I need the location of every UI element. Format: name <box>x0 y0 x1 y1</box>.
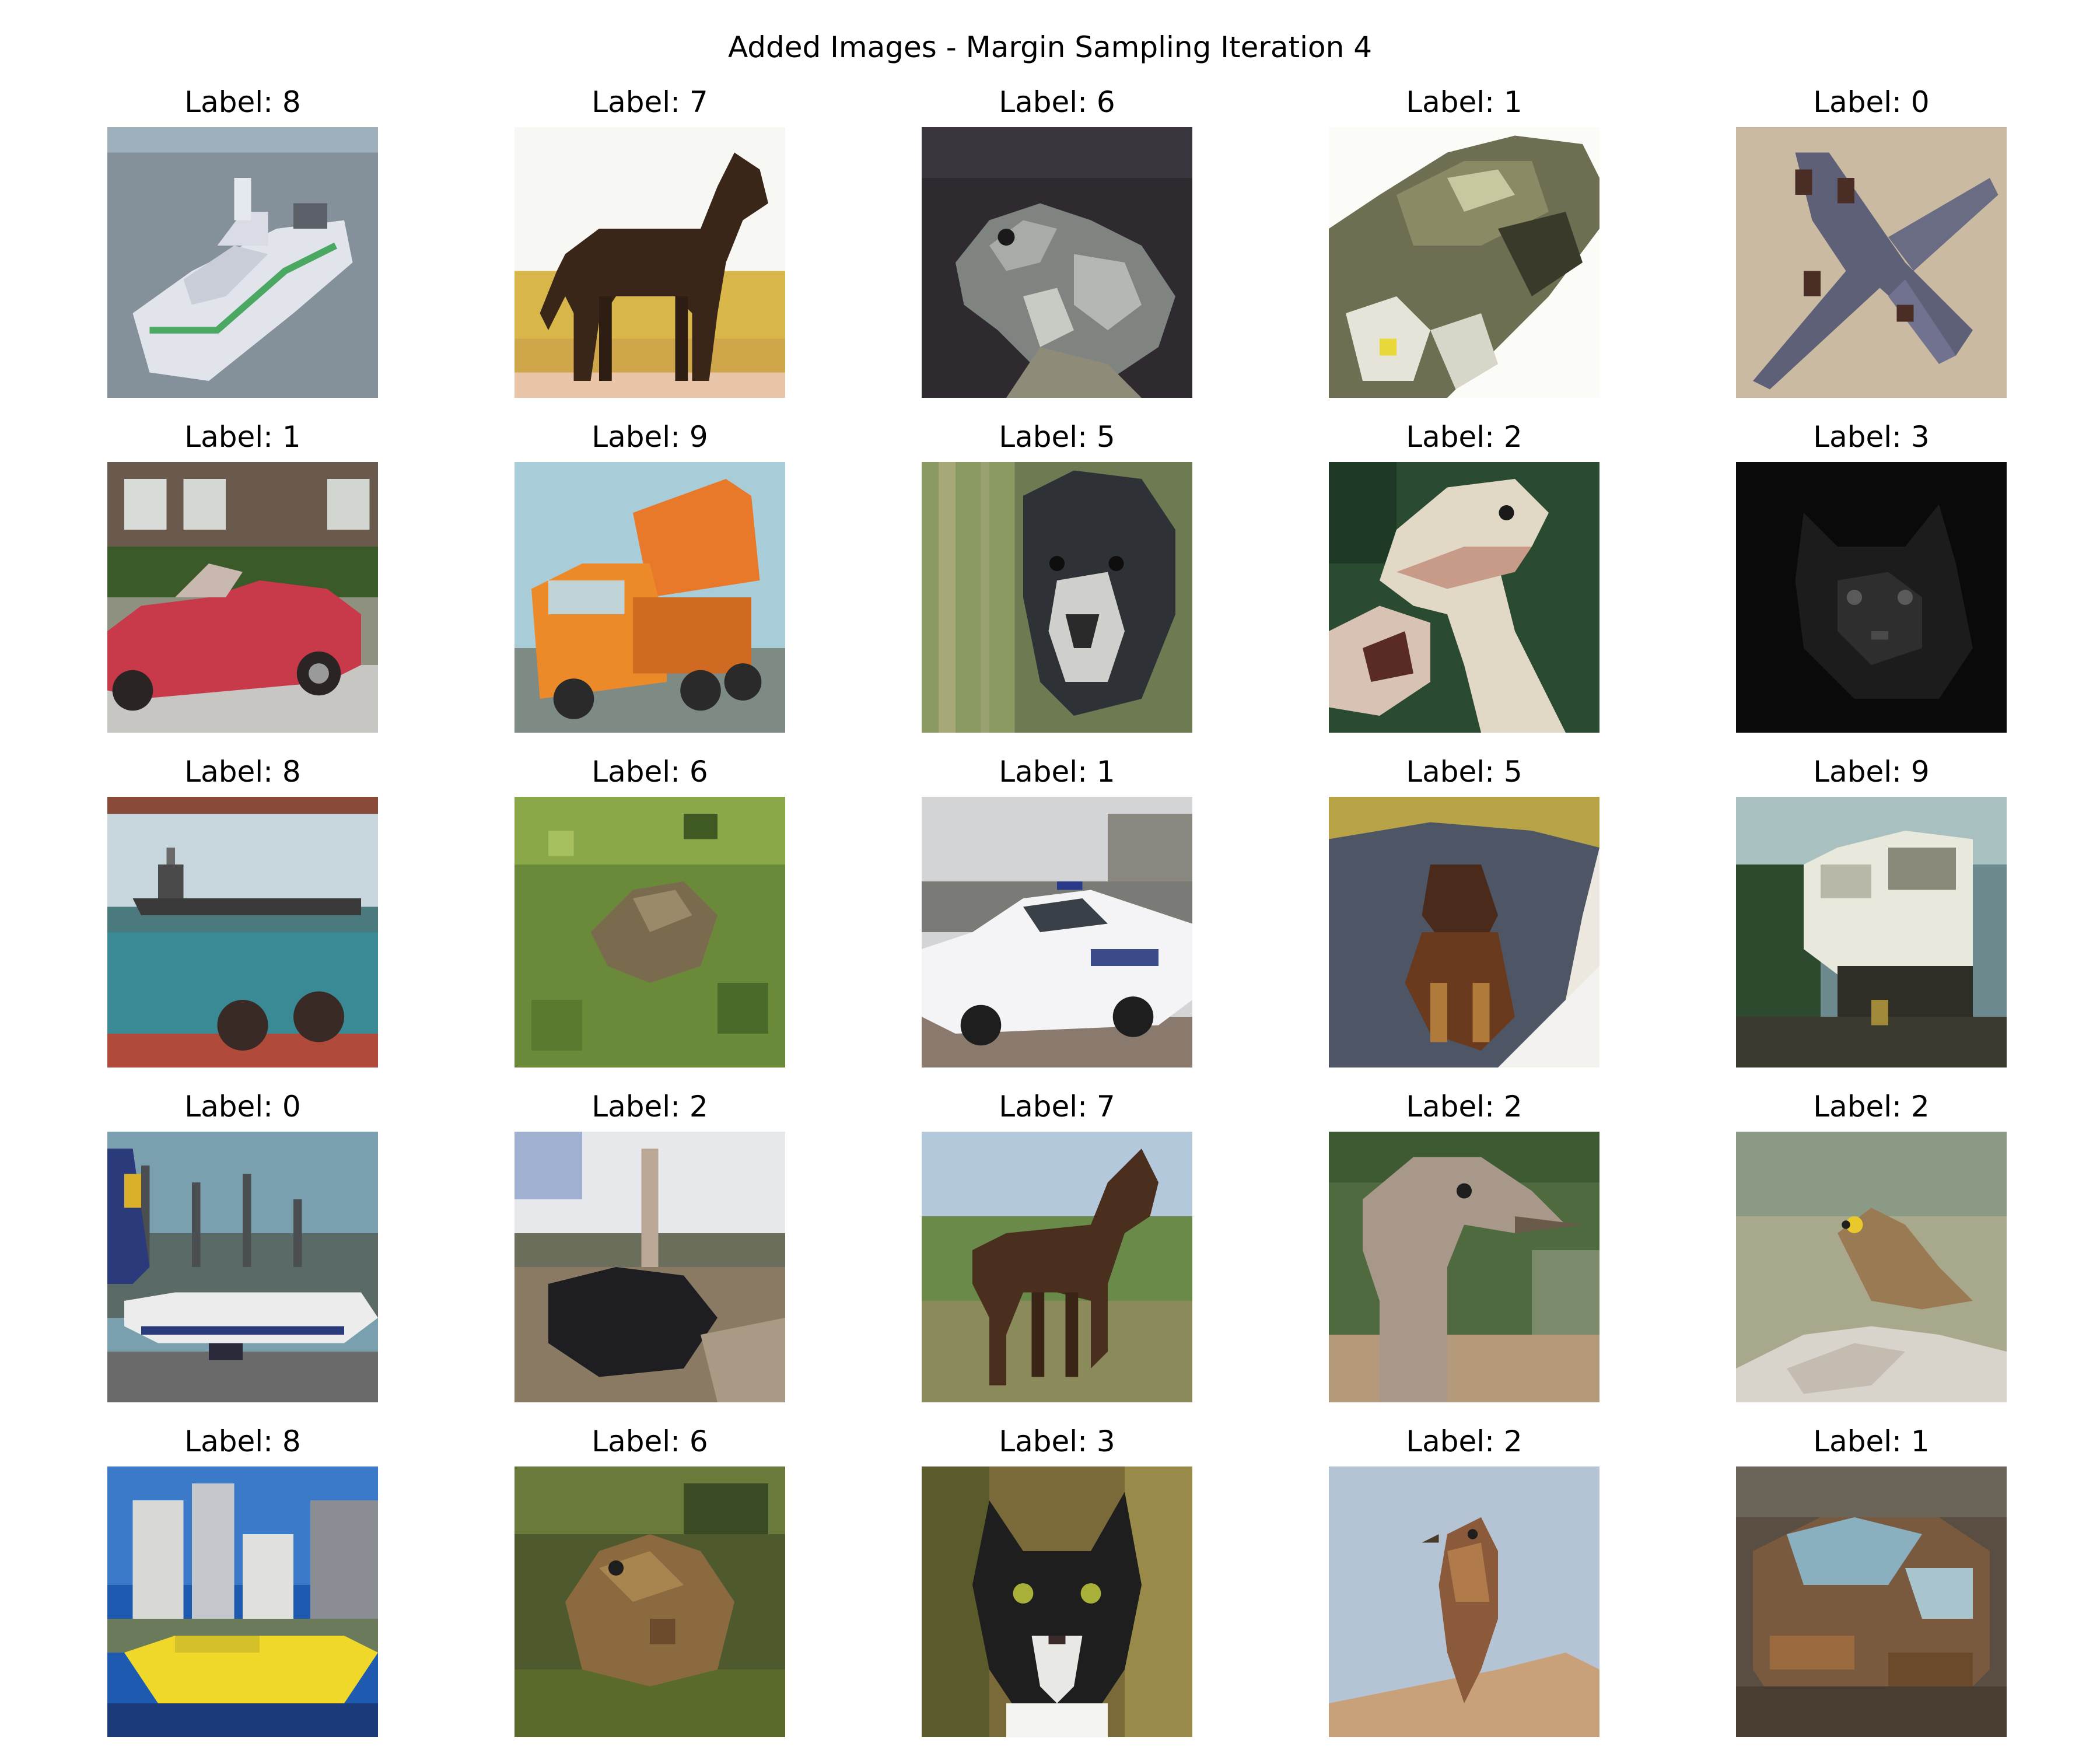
grid-cell: Label: 1 <box>107 418 378 733</box>
image-label: Label: 8 <box>184 85 301 119</box>
image-label: Label: 7 <box>592 85 708 119</box>
image-label: Label: 6 <box>999 85 1115 119</box>
image-label: Label: 2 <box>1406 420 1522 454</box>
sample-image-brown-frog <box>514 1466 785 1737</box>
sample-image-white-truck <box>1736 797 2007 1068</box>
grid-cell: Label: 2 <box>1329 1087 1600 1402</box>
image-label: Label: 3 <box>1813 420 1930 454</box>
image-label: Label: 6 <box>592 1424 708 1458</box>
grid-cell: Label: 8 <box>107 1422 378 1737</box>
sample-image-red-car <box>107 462 378 733</box>
sample-image-police-car <box>922 797 1192 1068</box>
sample-image-horse <box>514 127 785 398</box>
sample-image-dog <box>922 462 1192 733</box>
grid-cell: Label: 7 <box>922 1087 1192 1402</box>
grid-cell: Label: 2 <box>1736 1087 2007 1402</box>
grid-cell: Label: 8 <box>107 83 378 398</box>
grid-cell: Label: 7 <box>514 83 785 398</box>
sample-image-ostrich <box>514 1132 785 1402</box>
sample-image-frog <box>922 127 1192 398</box>
sample-image-airliner <box>107 1132 378 1402</box>
image-label: Label: 5 <box>999 420 1115 454</box>
grid-cell: Label: 0 <box>107 1087 378 1402</box>
sample-image-dark-cat <box>1736 462 2007 733</box>
sample-image-bird-rock <box>1736 1132 2007 1402</box>
image-label: Label: 2 <box>1406 1090 1522 1124</box>
image-grid: Label: 8 Label: 7 Label: 6 Label: 1 Labe… <box>0 0 2100 1750</box>
image-label: Label: 3 <box>999 1424 1115 1458</box>
image-label: Label: 1 <box>999 755 1115 789</box>
sample-image-yellow-boat <box>107 1466 378 1737</box>
grid-cell: Label: 5 <box>922 418 1192 733</box>
grid-cell: Label: 1 <box>922 752 1192 1068</box>
grid-cell: Label: 3 <box>1736 418 2007 733</box>
image-label: Label: 9 <box>592 420 708 454</box>
grid-cell: Label: 2 <box>1329 1422 1600 1737</box>
sample-image-dump-truck <box>514 462 785 733</box>
grid-cell: Label: 9 <box>514 418 785 733</box>
sample-image-rusty-car <box>1736 1466 2007 1737</box>
image-label: Label: 0 <box>1813 85 1930 119</box>
sample-image-ostrich-closeup <box>1329 1132 1600 1402</box>
sample-image-small-dog <box>1329 797 1600 1068</box>
grid-cell: Label: 9 <box>1736 752 2007 1068</box>
sample-image-perched-bird <box>1329 1466 1600 1737</box>
sample-image-boat <box>107 127 378 398</box>
image-label: Label: 6 <box>592 755 708 789</box>
sample-image-ostrich-head <box>1329 462 1600 733</box>
image-label: Label: 7 <box>999 1090 1115 1124</box>
image-label: Label: 8 <box>184 1424 301 1458</box>
grid-cell: Label: 0 <box>1736 83 2007 398</box>
sample-image-airplane-topdown <box>1736 127 2007 398</box>
image-label: Label: 8 <box>184 755 301 789</box>
image-label: Label: 5 <box>1406 755 1522 789</box>
grid-cell: Label: 6 <box>922 83 1192 398</box>
grid-cell: Label: 5 <box>1329 752 1600 1068</box>
image-label: Label: 2 <box>1813 1090 1930 1124</box>
grid-cell: Label: 8 <box>107 752 378 1068</box>
sample-image-brown-horse <box>922 1132 1192 1402</box>
image-label: Label: 1 <box>1813 1424 1930 1458</box>
sample-image-frog-grass <box>514 797 785 1068</box>
image-label: Label: 1 <box>1406 85 1522 119</box>
image-label: Label: 9 <box>1813 755 1930 789</box>
image-label: Label: 2 <box>1406 1424 1522 1458</box>
sample-image-black-white-cat <box>922 1466 1192 1737</box>
grid-cell: Label: 6 <box>514 1422 785 1737</box>
grid-cell: Label: 6 <box>514 752 785 1068</box>
sample-image-car-closeup <box>1329 127 1600 398</box>
image-label: Label: 1 <box>184 420 301 454</box>
image-label: Label: 0 <box>184 1090 301 1124</box>
grid-cell: Label: 2 <box>1329 418 1600 733</box>
grid-cell: Label: 3 <box>922 1422 1192 1737</box>
grid-cell: Label: 1 <box>1736 1422 2007 1737</box>
grid-cell: Label: 2 <box>514 1087 785 1402</box>
grid-cell: Label: 1 <box>1329 83 1600 398</box>
sample-image-ship <box>107 797 378 1068</box>
image-label: Label: 2 <box>592 1090 708 1124</box>
